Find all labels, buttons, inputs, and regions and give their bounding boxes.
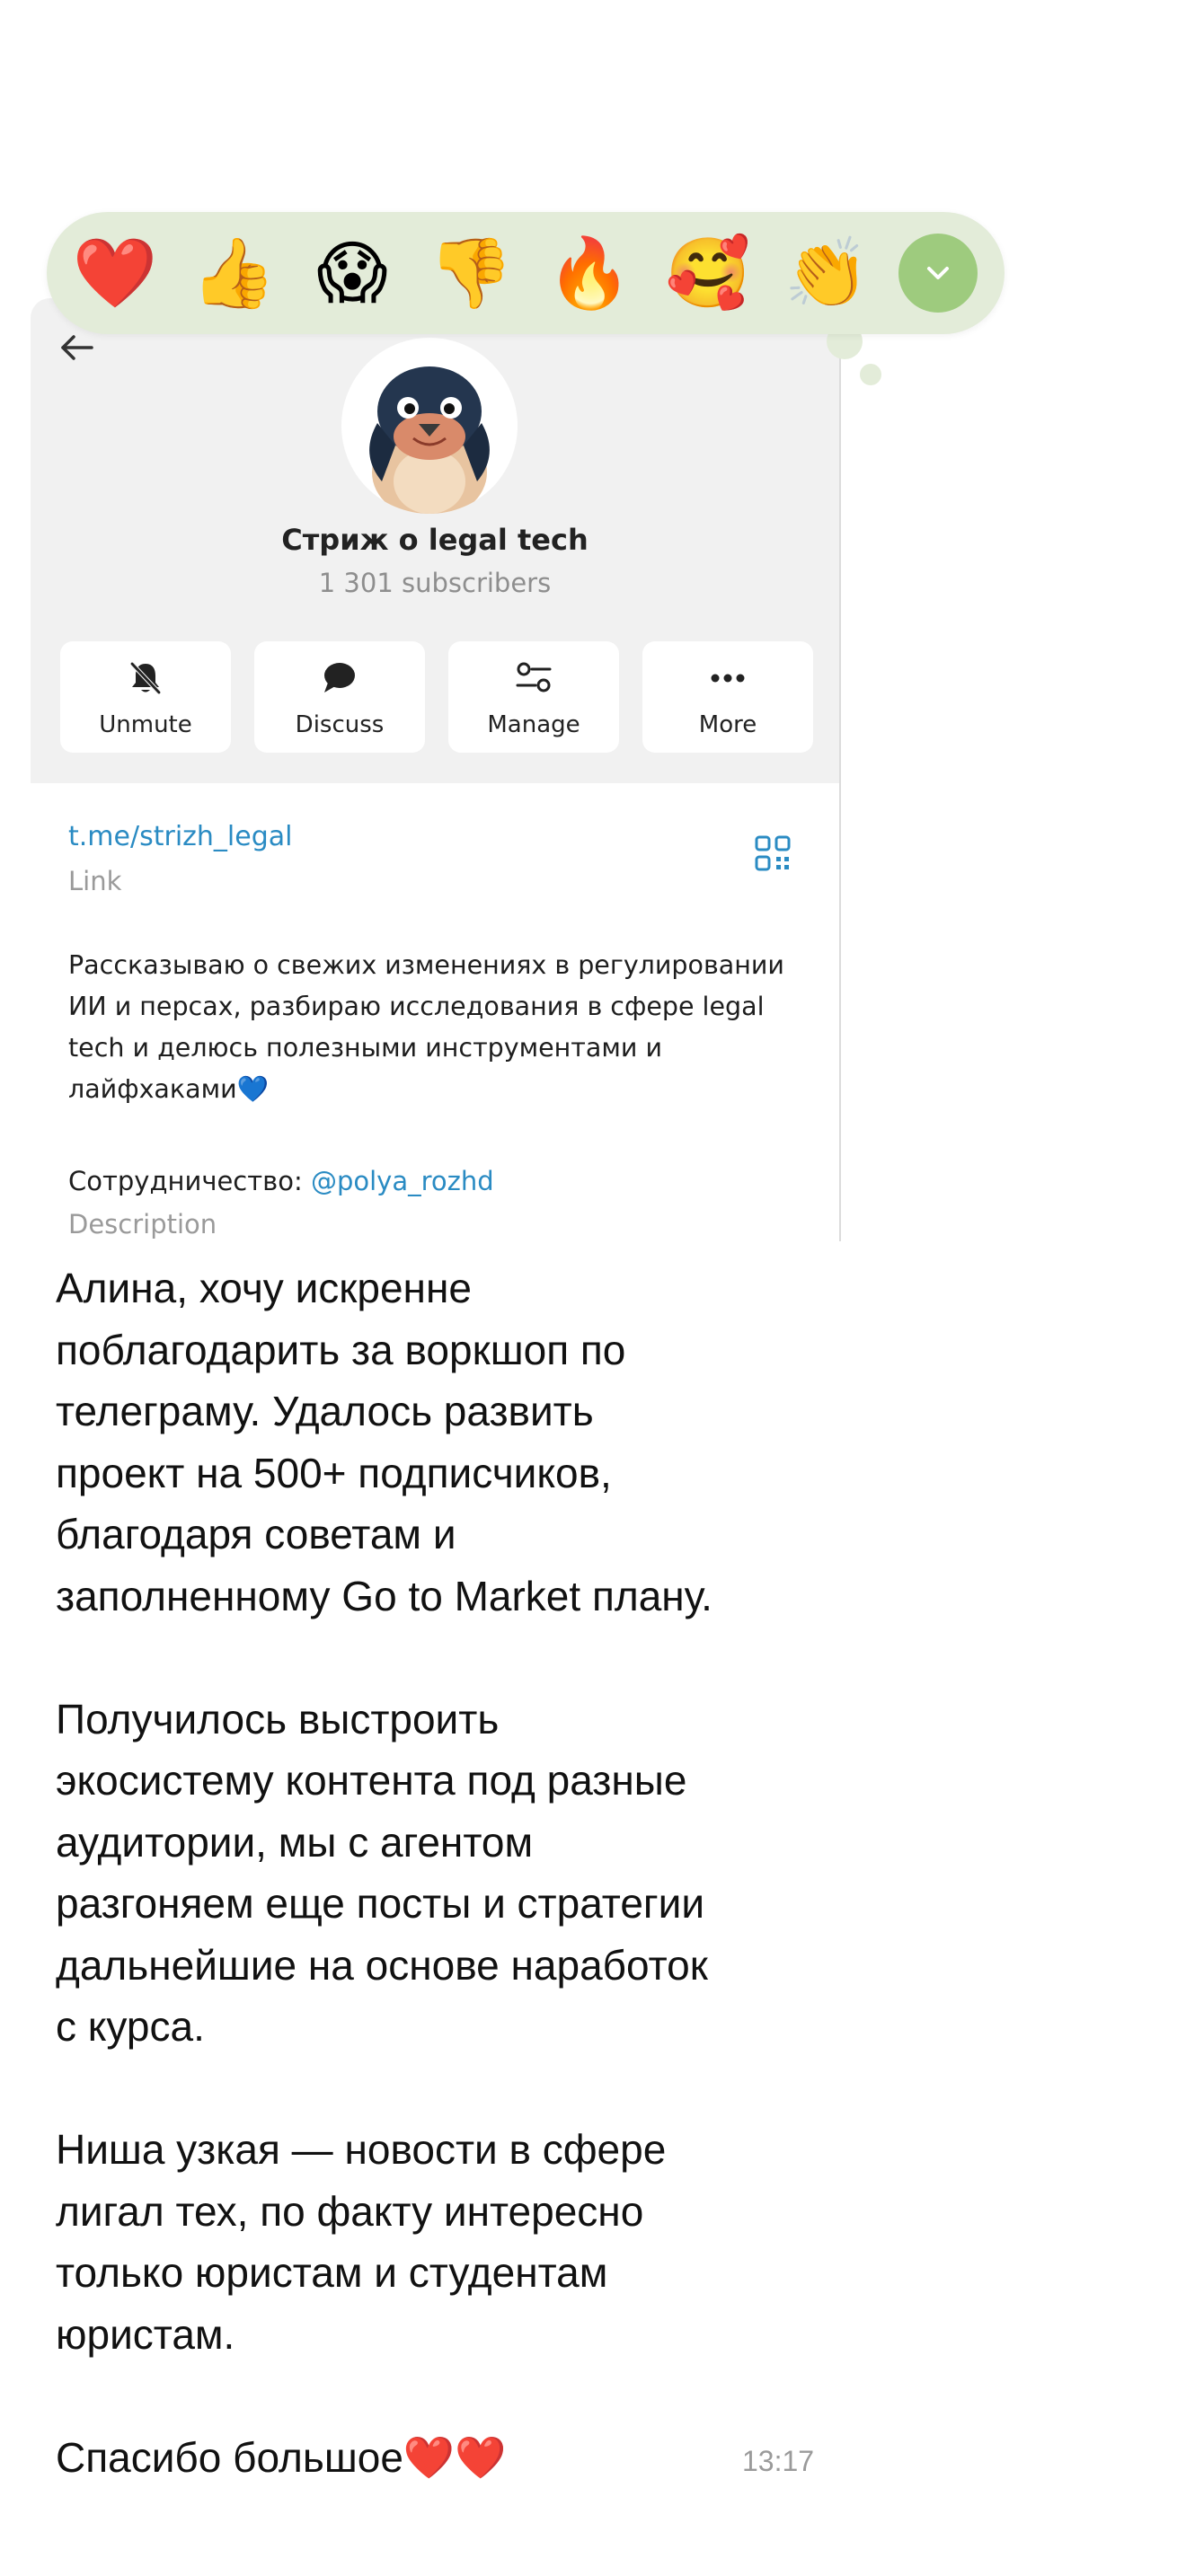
description-line: tech и делюсь полезными инструментами и — [68, 1033, 662, 1063]
discuss-label: Discuss — [295, 711, 385, 738]
message-line: лигал тех, по факту интересно — [56, 2187, 644, 2235]
more-dots-icon — [711, 674, 745, 683]
message-timestamp: 13:17 — [742, 2445, 815, 2477]
message-line: разгоняем еще посты и стратегии — [56, 1880, 705, 1927]
expand-reactions-button[interactable] — [898, 234, 978, 313]
unmute-label: Unmute — [99, 711, 192, 738]
qr-code-icon[interactable] — [755, 835, 791, 871]
message-line: дальнейшие на основе наработок — [56, 1941, 708, 1989]
chevron-down-icon — [927, 267, 949, 279]
channel-profile-card: Стриж о legal tech 1 301 subscribers Unm… — [31, 298, 841, 1241]
message-line: телеграму. Удалось развить — [56, 1388, 594, 1434]
chat-bubble-icon — [324, 663, 355, 693]
message-line: юристам. — [56, 2310, 235, 2358]
subscriber-count: 1 301 subscribers — [318, 568, 552, 598]
message-line: Спасибо большое❤️❤️ — [56, 2433, 507, 2481]
sliders-icon — [516, 662, 552, 693]
bell-off-icon — [130, 662, 161, 694]
profile-header: Стриж о legal tech 1 301 subscribers Unm… — [31, 298, 839, 783]
message-line: благодаря советам и — [56, 1511, 456, 1557]
manage-button[interactable]: Manage — [448, 641, 619, 753]
reaction-smiling-hearts[interactable]: 🥰 — [666, 232, 751, 314]
message-line: проект на 500+ подписчиков, — [56, 1449, 612, 1496]
link-caption: Link — [68, 866, 122, 896]
reaction-heart[interactable]: ❤️ — [73, 232, 158, 314]
message-line: Получилось выстроить — [56, 1695, 500, 1742]
description-line: лайфхаками💙 — [68, 1074, 270, 1104]
manage-label: Manage — [487, 711, 580, 738]
description-line: ИИ и персах, разбираю исследования в сфе… — [68, 992, 765, 1021]
reaction-thumbs-up[interactable]: 👍 — [191, 232, 277, 314]
message-line: заполненному Go to Market плану. — [56, 1572, 712, 1619]
description-line: Рассказываю о свежих изменениях в регули… — [68, 950, 784, 980]
reaction-screaming[interactable]: 😱 — [311, 232, 394, 314]
unmute-button[interactable]: Unmute — [60, 641, 231, 753]
message-line: Ниша узкая — новости в сфере — [56, 2126, 667, 2173]
message-line: поблагодарить за воркшоп по — [56, 1326, 626, 1373]
message-line: экосистему контента под разные — [56, 1757, 687, 1804]
channel-name: Стриж о legal tech — [281, 523, 589, 557]
reaction-thumbs-down[interactable]: 👎 — [429, 232, 514, 314]
channel-avatar — [341, 338, 518, 514]
cooperation-line: Сотрудничество: @polya_rozhd — [68, 1166, 494, 1196]
cooperation-label: Сотрудничество: — [68, 1166, 311, 1196]
message-line: с курса. — [56, 2003, 205, 2050]
message-line: аудитории, мы с агентом — [56, 1818, 534, 1866]
reaction-bar: ❤️ 👍 😱 👎 🔥 🥰 👏 — [47, 212, 1005, 334]
reaction-fire[interactable]: 🔥 — [547, 232, 633, 314]
channel-description: Рассказываю о свежих изменениях в регули… — [68, 945, 814, 1110]
swift-bird-avatar-icon — [369, 366, 490, 514]
reaction-clapping[interactable]: 👏 — [784, 232, 870, 314]
more-button[interactable]: More — [642, 641, 813, 753]
cooperation-handle-link[interactable]: @polya_rozhd — [311, 1166, 494, 1196]
discuss-button[interactable]: Discuss — [254, 641, 425, 753]
message-line: Алина, хочу искренне — [56, 1265, 472, 1311]
more-label: More — [698, 711, 757, 738]
message-line: только юристам и студентам — [56, 2249, 608, 2296]
channel-link[interactable]: t.me/strizh_legal — [68, 821, 292, 852]
message-text: Алина, хочу искренне поблагодарить за во… — [56, 1257, 846, 2488]
description-caption: Description — [68, 1209, 217, 1239]
reaction-bar-tail-dot — [860, 364, 881, 385]
